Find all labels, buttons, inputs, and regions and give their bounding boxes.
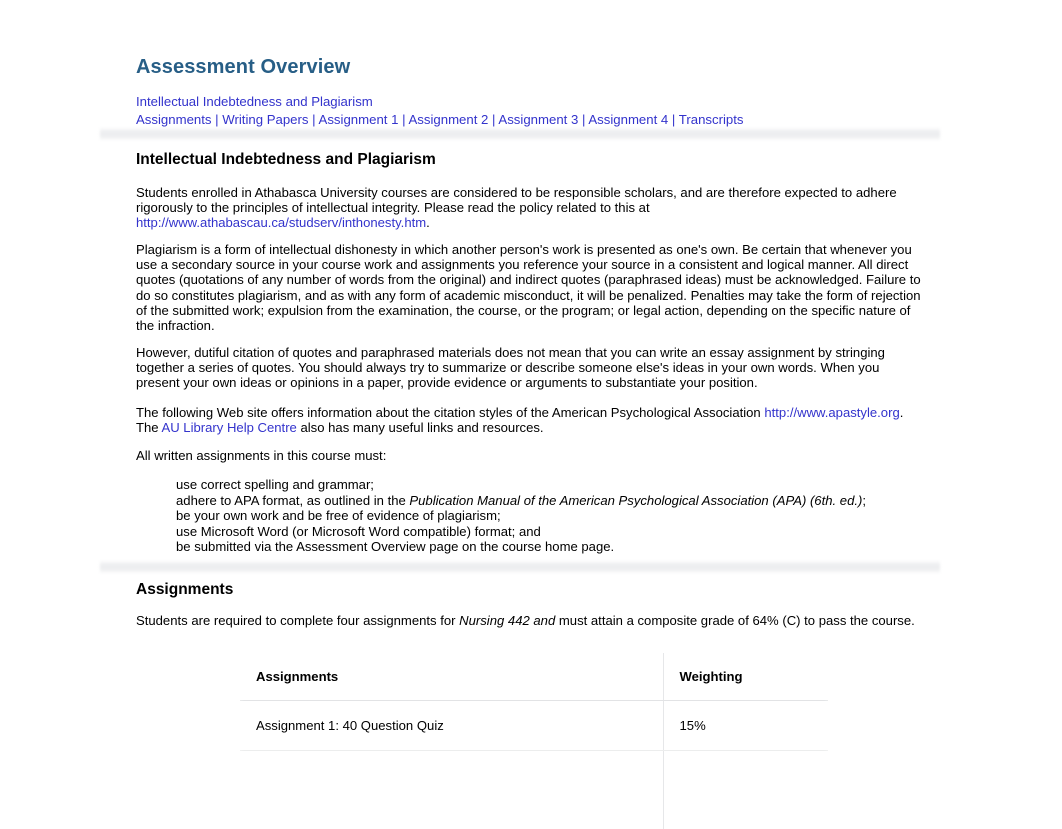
table-header-weighting: Weighting (663, 653, 828, 701)
paragraph-text-tail: must attain a composite grade of 64% (C)… (555, 613, 915, 628)
table-header-row: Assignments Weighting (240, 653, 828, 701)
table-cell-assignment-weight: 15% (663, 701, 828, 751)
table-cell-empty (663, 751, 828, 829)
nav-separator: | (488, 112, 498, 127)
table-row-partial (240, 751, 828, 829)
paragraph-text: Students are required to complete four a… (136, 613, 459, 628)
paragraph-text: Students enrolled in Athabasca Universit… (136, 185, 897, 215)
paragraph-assignments-intro: Students are required to complete four a… (136, 613, 926, 628)
assignments-table-container: Assignments Weighting Assignment 1: 40 Q… (240, 653, 828, 821)
list-item: use Microsoft Word (or Microsoft Word co… (176, 524, 866, 540)
paragraph-text: The following Web site offers informatio… (136, 405, 764, 420)
list-item: be your own work and be free of evidence… (176, 508, 866, 524)
nav-link-assignment-4[interactable]: Assignment 4 (588, 112, 668, 127)
nav-link-assignment-1[interactable]: Assignment 1 (319, 112, 399, 127)
list-item: be submitted via the Assessment Overview… (176, 539, 866, 555)
nav-separator: | (578, 112, 588, 127)
paragraph-text-tail: . (426, 215, 430, 230)
list-item: adhere to APA format, as outlined in the… (176, 493, 866, 509)
table-cell-empty (240, 751, 663, 829)
link-au-library-help-centre[interactable]: AU Library Help Centre (161, 420, 296, 435)
paragraph-written-assignments-intro: All written assignments in this course m… (136, 448, 926, 463)
table-row: Assignment 1: 40 Question Quiz 15% (240, 701, 828, 751)
table-cell-assignment-name: Assignment 1: 40 Question Quiz (240, 701, 663, 751)
nav-line-2: Assignments | Writing Papers | Assignmen… (136, 111, 744, 129)
navigation-links: Intellectual Indebtedness and Plagiarism… (136, 93, 744, 128)
nav-separator: | (212, 112, 223, 127)
paragraph-citation-styles: The following Web site offers informatio… (136, 405, 926, 435)
paragraph-responsible-scholars: Students enrolled in Athabasca Universit… (136, 185, 926, 231)
paragraph-plagiarism-definition: Plagiarism is a form of intellectual dis… (136, 242, 926, 333)
list-item-text: use Microsoft Word (or Microsoft Word co… (176, 524, 541, 539)
separator-band-top (100, 127, 940, 141)
list-item-tail: ; (862, 493, 866, 508)
assignments-weighting-table: Assignments Weighting Assignment 1: 40 Q… (240, 653, 828, 829)
nav-link-assignment-3[interactable]: Assignment 3 (498, 112, 578, 127)
assignment-requirements-list: use correct spelling and grammar; adhere… (176, 477, 866, 555)
list-item-text: use correct spelling and grammar; (176, 477, 374, 492)
nav-link-writing-papers[interactable]: Writing Papers (222, 112, 308, 127)
table-header-assignments: Assignments (240, 653, 663, 701)
list-item-emphasis: Publication Manual of the American Psych… (409, 493, 862, 508)
link-athabascau-honesty-policy[interactable]: http://www.athabascau.ca/studserv/inthon… (136, 215, 426, 230)
nav-link-assignments[interactable]: Assignments (136, 112, 212, 127)
list-item-text: be submitted via the Assessment Overview… (176, 539, 614, 554)
separator-band-middle (100, 560, 940, 574)
nav-line-1: Intellectual Indebtedness and Plagiarism (136, 93, 744, 111)
link-apastyle-org[interactable]: http://www.apastyle.org (764, 405, 899, 420)
paragraph-text-tail: also has many useful links and resources… (297, 420, 544, 435)
document-page: Assessment Overview Intellectual Indebte… (0, 0, 1062, 822)
paragraph-dutiful-citation: However, dutiful citation of quotes and … (136, 345, 926, 391)
section-heading-assignments: Assignments (136, 581, 233, 599)
nav-separator: | (398, 112, 408, 127)
list-item-text: be your own work and be free of evidence… (176, 508, 501, 523)
list-item-text: adhere to APA format, as outlined in the (176, 493, 409, 508)
nav-separator: | (668, 112, 679, 127)
nav-link-intellectual-indebtedness-and-plagiarism[interactable]: Intellectual Indebtedness and Plagiarism (136, 94, 373, 109)
section-heading-plagiarism: Intellectual Indebtedness and Plagiarism (136, 151, 436, 169)
nav-link-assignment-2[interactable]: Assignment 2 (408, 112, 488, 127)
nav-separator: | (309, 112, 319, 127)
course-name-emphasis: Nursing 442 and (459, 613, 555, 628)
list-item: use correct spelling and grammar; (176, 477, 866, 493)
nav-link-transcripts[interactable]: Transcripts (679, 112, 744, 127)
page-title: Assessment Overview (136, 56, 350, 79)
